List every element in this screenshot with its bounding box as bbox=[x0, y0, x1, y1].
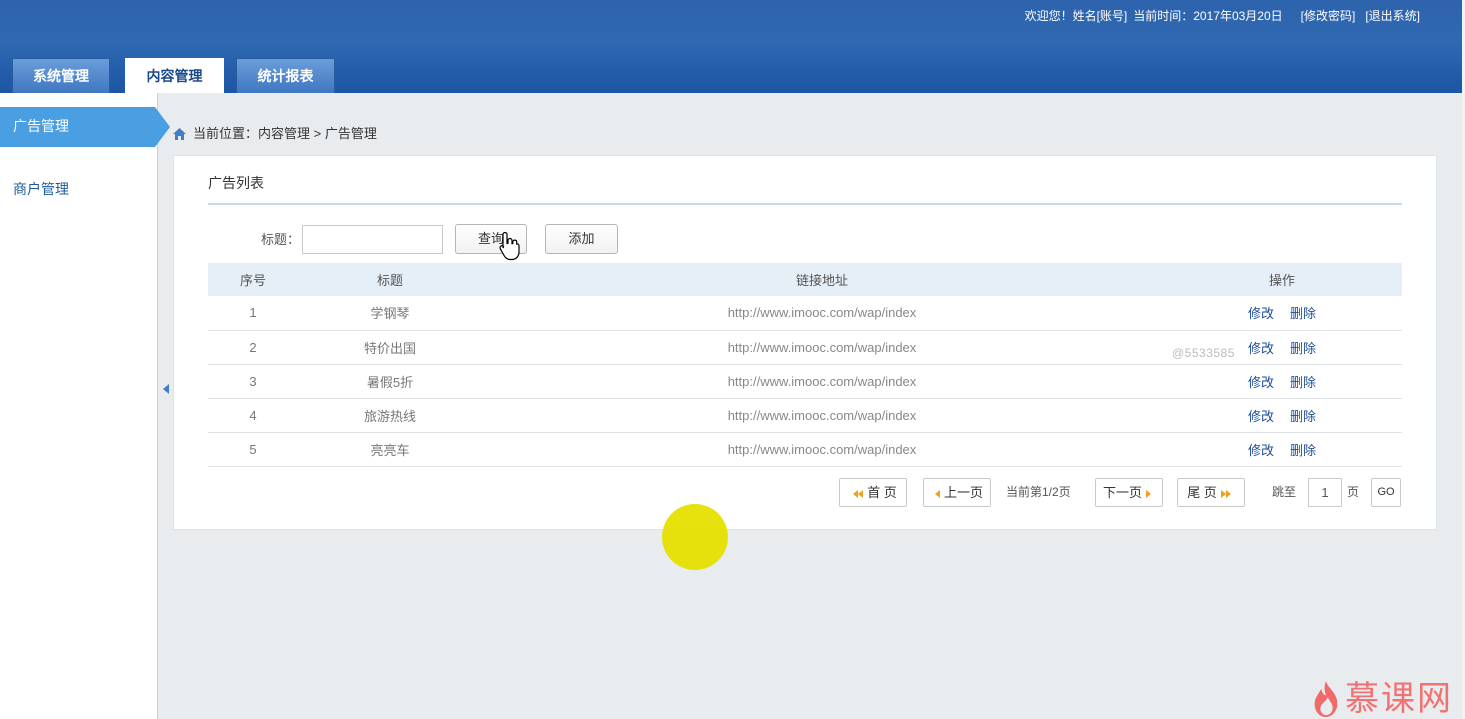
last-page-button[interactable]: 尾 页 bbox=[1177, 478, 1245, 507]
right-arrow-icon bbox=[1146, 489, 1151, 498]
column-header-number: 序号 bbox=[239, 273, 266, 288]
row-url: http://www.imooc.com/wap/index bbox=[727, 339, 917, 355]
first-page-label: 首 页 bbox=[867, 485, 897, 500]
tab-content-management[interactable]: 内容管理 bbox=[125, 58, 224, 93]
add-button[interactable]: 添加 bbox=[545, 224, 618, 254]
edit-link[interactable]: 修改 bbox=[1248, 375, 1274, 390]
current-time: 当前时间：2017年03月20日 bbox=[1133, 8, 1283, 23]
watermark-text: @5533585 bbox=[1172, 346, 1235, 360]
edit-link[interactable]: 修改 bbox=[1248, 306, 1274, 321]
ad-list-table: 序号 标题 链接地址 操作 1 学钢琴 http://www.imooc.com… bbox=[208, 263, 1402, 467]
row-number: 1 bbox=[249, 305, 257, 321]
row-number: 2 bbox=[249, 339, 257, 355]
edit-link[interactable]: 修改 bbox=[1248, 341, 1274, 356]
double-right-arrow-icon bbox=[1220, 489, 1231, 498]
page-suffix-label: 页 bbox=[1347, 485, 1360, 499]
change-password-link[interactable]: [修改密码] bbox=[1301, 7, 1356, 24]
go-button[interactable]: GO bbox=[1371, 478, 1401, 507]
edit-link[interactable]: 修改 bbox=[1248, 409, 1274, 424]
delete-link[interactable]: 删除 bbox=[1290, 409, 1316, 424]
table-row: 1 学钢琴 http://www.imooc.com/wap/index 修改 删… bbox=[208, 296, 1402, 330]
prev-page-label: 上一页 bbox=[943, 485, 983, 500]
page-number-input[interactable] bbox=[1308, 478, 1342, 507]
title-divider bbox=[208, 203, 1402, 205]
imooc-logo: 慕课网 bbox=[1345, 680, 1453, 718]
jump-to-label: 跳至 bbox=[1272, 485, 1297, 499]
panel-title: 广告列表 bbox=[208, 175, 264, 191]
breadcrumb: 当前位置：内容管理 > 广告管理 bbox=[193, 126, 377, 141]
delete-link[interactable]: 删除 bbox=[1290, 375, 1316, 390]
home-icon bbox=[173, 128, 186, 140]
column-header-url: 链接地址 bbox=[795, 273, 848, 288]
row-number: 5 bbox=[249, 441, 257, 457]
row-number: 3 bbox=[249, 373, 257, 389]
delete-link[interactable]: 删除 bbox=[1290, 341, 1316, 356]
top-user-bar: 欢迎您！姓名[账号] 当前时间：2017年03月20日 [修改密码] [退出系统… bbox=[1025, 5, 1420, 25]
page-status: 当前第1/2页 bbox=[1006, 485, 1071, 499]
row-url: http://www.imooc.com/wap/index bbox=[727, 441, 917, 457]
table-row: 3 暑假5折 http://www.imooc.com/wap/index 修改… bbox=[208, 364, 1402, 398]
welcome-text: 欢迎您！姓名[账号] bbox=[1024, 8, 1128, 23]
prev-page-button[interactable]: 上一页 bbox=[923, 478, 991, 507]
row-url: http://www.imooc.com/wap/index bbox=[727, 373, 917, 389]
table-header-row: 序号 标题 链接地址 操作 bbox=[208, 263, 1402, 296]
hand-pointer-icon bbox=[499, 231, 520, 261]
row-title: 学钢琴 bbox=[370, 306, 410, 322]
row-actions: 修改 删除 bbox=[1162, 432, 1402, 466]
left-arrow-icon bbox=[934, 489, 940, 498]
search-title-input[interactable] bbox=[302, 225, 443, 254]
row-title: 暑假5折 bbox=[366, 374, 414, 390]
sidebar-item-ads[interactable]: 广告管理 bbox=[0, 107, 170, 147]
next-page-button[interactable]: 下一页 bbox=[1095, 478, 1163, 507]
caret-left-icon[interactable] bbox=[163, 384, 169, 394]
row-url: http://www.imooc.com/wap/index bbox=[727, 407, 917, 423]
column-header-actions: 操作 bbox=[1268, 273, 1295, 288]
tab-statistics-reports[interactable]: 统计报表 bbox=[236, 58, 335, 93]
flame-icon bbox=[1314, 681, 1338, 717]
row-title: 亮亮车 bbox=[370, 442, 410, 458]
row-actions: 修改 删除 bbox=[1162, 296, 1402, 330]
logout-link[interactable]: [退出系统] bbox=[1365, 7, 1420, 24]
tab-system-management[interactable]: 系统管理 bbox=[12, 58, 110, 93]
sidebar-item-merchants[interactable]: 商户管理 bbox=[0, 170, 155, 210]
row-title: 特价出国 bbox=[363, 340, 416, 356]
edit-link[interactable]: 修改 bbox=[1248, 443, 1274, 458]
table-row: 5 亮亮车 http://www.imooc.com/wap/index 修改 删… bbox=[208, 432, 1402, 466]
first-page-button[interactable]: 首 页 bbox=[839, 478, 907, 507]
row-url: http://www.imooc.com/wap/index bbox=[727, 305, 917, 321]
row-actions: 修改 删除 bbox=[1162, 364, 1402, 398]
click-highlight-circle bbox=[662, 504, 728, 570]
delete-link[interactable]: 删除 bbox=[1290, 306, 1316, 321]
table-row: 4 旅游热线 http://www.imooc.com/wap/index 修改… bbox=[208, 398, 1402, 432]
search-title-label: 标题： bbox=[260, 232, 300, 247]
double-left-arrow-icon bbox=[853, 489, 864, 498]
row-title: 旅游热线 bbox=[363, 408, 416, 424]
next-page-label: 下一页 bbox=[1102, 485, 1142, 500]
last-page-label: 尾 页 bbox=[1187, 485, 1217, 500]
column-header-title: 标题 bbox=[376, 273, 403, 288]
delete-link[interactable]: 删除 bbox=[1290, 443, 1316, 458]
row-number: 4 bbox=[249, 407, 257, 423]
row-actions: 修改 删除 bbox=[1162, 398, 1402, 432]
